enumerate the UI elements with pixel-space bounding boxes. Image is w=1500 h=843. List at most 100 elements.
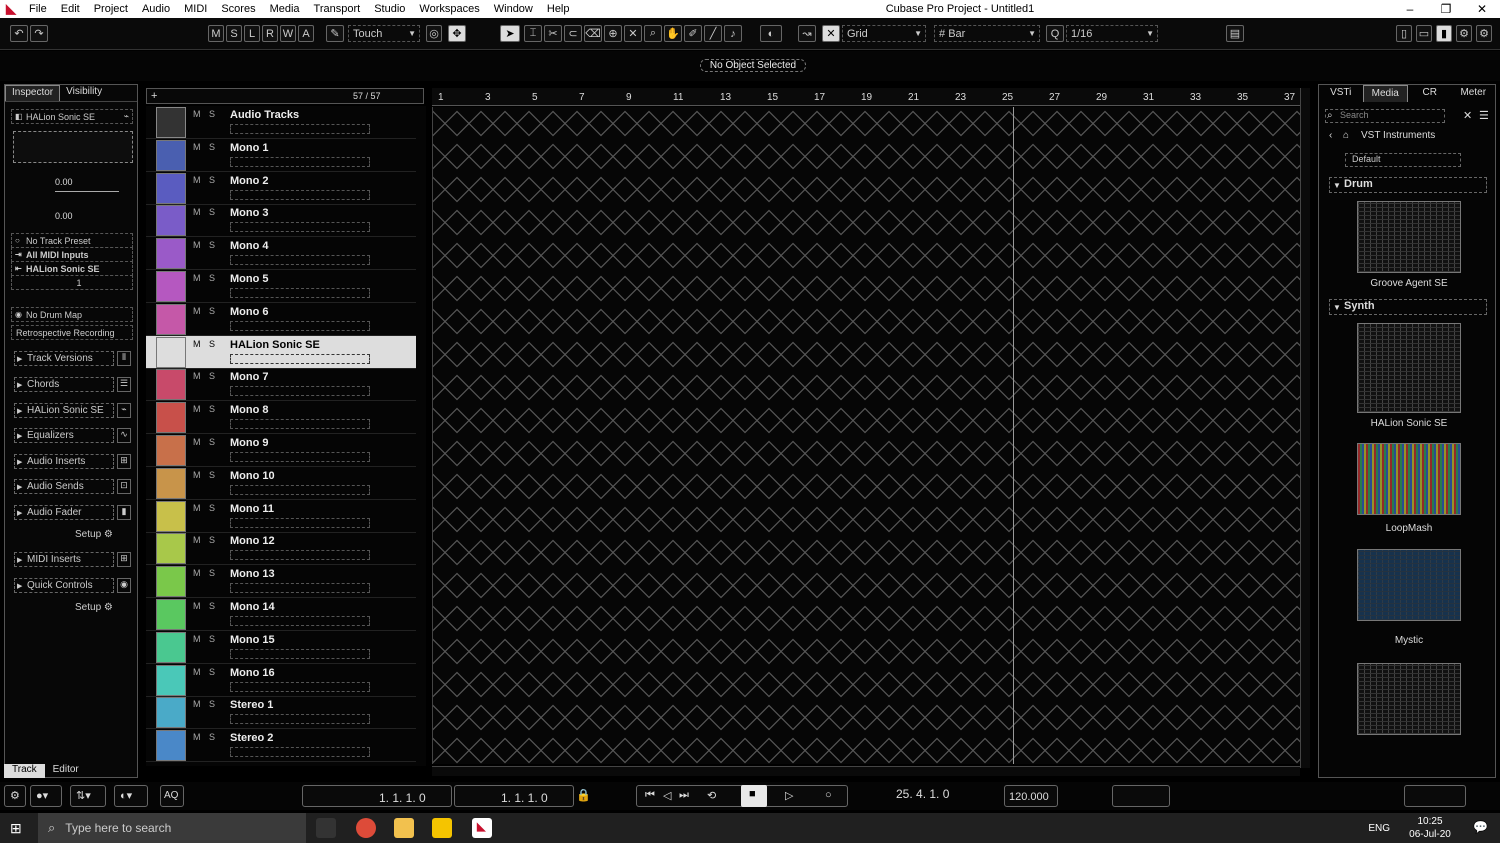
track-row[interactable]: M S Mono 6 <box>146 303 416 336</box>
mute-all-button[interactable]: M <box>208 25 224 42</box>
menu-audio[interactable]: Audio <box>135 3 177 15</box>
punch-icon[interactable]: ⇅▾ <box>70 785 106 807</box>
track-controls[interactable] <box>230 681 370 692</box>
windows-start-icon[interactable]: ⊞ <box>10 820 26 836</box>
midi-channel-select[interactable]: 1 <box>11 275 133 290</box>
constrain-delay-icon[interactable]: ◎ <box>426 25 442 42</box>
rewind-icon[interactable]: ◁ <box>663 789 671 802</box>
midi-inserts-icon[interactable]: ⊞ <box>117 552 131 567</box>
menu-help[interactable]: Help <box>540 3 577 15</box>
track-controls[interactable] <box>230 255 370 266</box>
home-icon[interactable]: ⌂ <box>1343 130 1349 141</box>
track-row[interactable]: M S Mono 3 <box>146 204 416 238</box>
track-row[interactable]: M S HALion Sonic SE <box>146 335 416 369</box>
tab-vsti[interactable]: VSTi <box>1319 85 1363 102</box>
clock[interactable]: 10:25 06-Jul-20 <box>1400 815 1460 841</box>
taskbar-search-input[interactable]: ⌕ Type here to search <box>38 813 306 843</box>
tab-cr[interactable]: CR <box>1408 85 1452 102</box>
grid-type-select[interactable]: # Bar ▼ <box>934 25 1040 42</box>
restore-button[interactable]: ❐ <box>1428 0 1464 18</box>
zoom-tool-icon[interactable]: ⊕ <box>604 25 622 42</box>
midi-output-select[interactable]: ⇤ HALion Sonic SE <box>11 261 133 276</box>
horizontal-scrollbar[interactable] <box>432 766 1300 776</box>
ruler[interactable]: 1 3 5 7 9 11 13 15 17 19 21 23 25 27 29 31 33 35 37 <box>432 88 1300 106</box>
go-to-start-icon[interactable]: ⏮ <box>645 789 655 802</box>
clear-search-icon[interactable]: ✕ <box>1463 109 1472 122</box>
snap-on-icon[interactable]: ✕ <box>822 25 840 42</box>
track-controls[interactable] <box>230 714 370 725</box>
quantize-select[interactable]: 1/16 ▼ <box>1066 25 1158 42</box>
track-name[interactable]: Mono 10 <box>230 470 275 482</box>
left-locator[interactable]: 1. 1. 1. 0 <box>302 785 452 807</box>
track-controls[interactable] <box>230 648 370 659</box>
track-name[interactable]: HALion Sonic SE <box>230 339 320 351</box>
track-name[interactable]: Mono 16 <box>230 667 275 679</box>
track-name[interactable]: Audio Tracks <box>230 109 299 121</box>
mute-solo-buttons[interactable]: M S <box>193 273 218 283</box>
tab-editor[interactable]: Editor <box>45 764 87 778</box>
mute-tool-icon[interactable]: ✕ <box>624 25 642 42</box>
menu-workspaces[interactable]: Workspaces <box>412 3 486 15</box>
volume-value[interactable]: 0.00 <box>55 177 73 187</box>
menu-project[interactable]: Project <box>87 3 135 15</box>
category-drum[interactable]: Drum <box>1329 177 1487 193</box>
stop-button[interactable]: ■ <box>741 785 767 807</box>
track-name[interactable]: Mono 7 <box>230 371 269 383</box>
cycle-icon[interactable]: ⟲ <box>707 789 716 802</box>
track-preset-field[interactable]: ○ No Track Preset <box>11 233 133 248</box>
track-row[interactable]: M S Mono 1 <box>146 139 416 172</box>
track-row[interactable]: M S Mono 13 <box>146 565 416 599</box>
track-name[interactable]: Mono 3 <box>230 207 269 219</box>
track-controls[interactable] <box>230 222 370 233</box>
section-halion-sonic-se[interactable]: HALion Sonic SE ⌁ <box>14 403 131 418</box>
right-locator[interactable]: 1. 1. 1. 0 <box>454 785 574 807</box>
listen-all-button[interactable]: L <box>244 25 260 42</box>
edit-instrument-icon[interactable]: ⌁ <box>117 403 131 418</box>
track-row[interactable]: M S Mono 12 <box>146 532 416 566</box>
lower-zone-icon[interactable]: ▭ <box>1416 25 1432 42</box>
inspector-track-name[interactable]: ◧ HALion Sonic SE ⌁ <box>11 109 133 124</box>
left-zone-icon[interactable]: ▯ <box>1396 25 1412 42</box>
section-track-versions[interactable]: Track Versions ⫴ <box>14 351 131 366</box>
mystic-thumbnail[interactable] <box>1357 549 1461 621</box>
cubase-taskbar-icon[interactable]: ◣ <box>472 818 492 838</box>
edit-instrument-icon[interactable]: ⌁ <box>124 111 129 122</box>
sticky-notes-icon[interactable] <box>432 818 452 838</box>
event-display[interactable] <box>432 107 1300 764</box>
preset-select[interactable]: Default <box>1345 153 1461 167</box>
tab-track[interactable]: Track <box>4 764 45 778</box>
quick-controls-icon[interactable]: ◉ <box>117 578 131 593</box>
settings-icon[interactable]: ⚙ <box>4 785 26 807</box>
mute-solo-buttons[interactable]: M S <box>193 175 218 185</box>
go-to-end-icon[interactable]: ⏭ <box>679 789 689 802</box>
track-controls[interactable] <box>230 386 370 397</box>
mute-solo-buttons[interactable]: M S <box>193 404 218 414</box>
notifications-icon[interactable]: 💬 <box>1473 820 1488 834</box>
pan-value[interactable]: 0.00 <box>55 211 73 221</box>
track-controls-block[interactable] <box>13 131 133 163</box>
track-name[interactable]: Mono 11 <box>230 503 274 515</box>
track-name[interactable]: Mono 8 <box>230 404 269 416</box>
settings-gear-icon[interactable]: ⚙ <box>1456 25 1472 42</box>
instrument-thumbnail[interactable] <box>1357 663 1461 735</box>
play-icon[interactable]: ▷ <box>785 789 793 802</box>
groove-agent-label[interactable]: Groove Agent SE <box>1357 278 1461 289</box>
mute-solo-buttons[interactable]: M S <box>193 371 218 381</box>
drum-map-select[interactable]: ◉ No Drum Map <box>11 307 133 322</box>
track-row[interactable]: M S Mono 16 <box>146 664 416 697</box>
track-name[interactable]: Mono 12 <box>230 535 275 547</box>
mute-solo-buttons[interactable]: M S <box>193 503 218 513</box>
cycle-record-icon[interactable]: ◐▾ <box>114 785 148 807</box>
inserts-icon[interactable]: ⊞ <box>117 454 131 469</box>
right-zone-icon[interactable]: ▮ <box>1436 25 1452 42</box>
mute-solo-buttons[interactable]: M S <box>193 470 218 480</box>
mute-solo-buttons[interactable]: M S <box>193 601 218 611</box>
close-button[interactable]: ✕ <box>1464 0 1500 18</box>
track-row[interactable]: M S Mono 2 <box>146 172 416 205</box>
mute-solo-buttons[interactable]: M S <box>193 142 218 152</box>
search-tool-icon[interactable]: ⌕ <box>644 25 662 42</box>
track-controls[interactable] <box>230 288 370 298</box>
snap-type-select[interactable]: Grid ▼ <box>842 25 926 42</box>
menu-edit[interactable]: Edit <box>54 3 87 15</box>
track-controls[interactable] <box>230 747 370 758</box>
